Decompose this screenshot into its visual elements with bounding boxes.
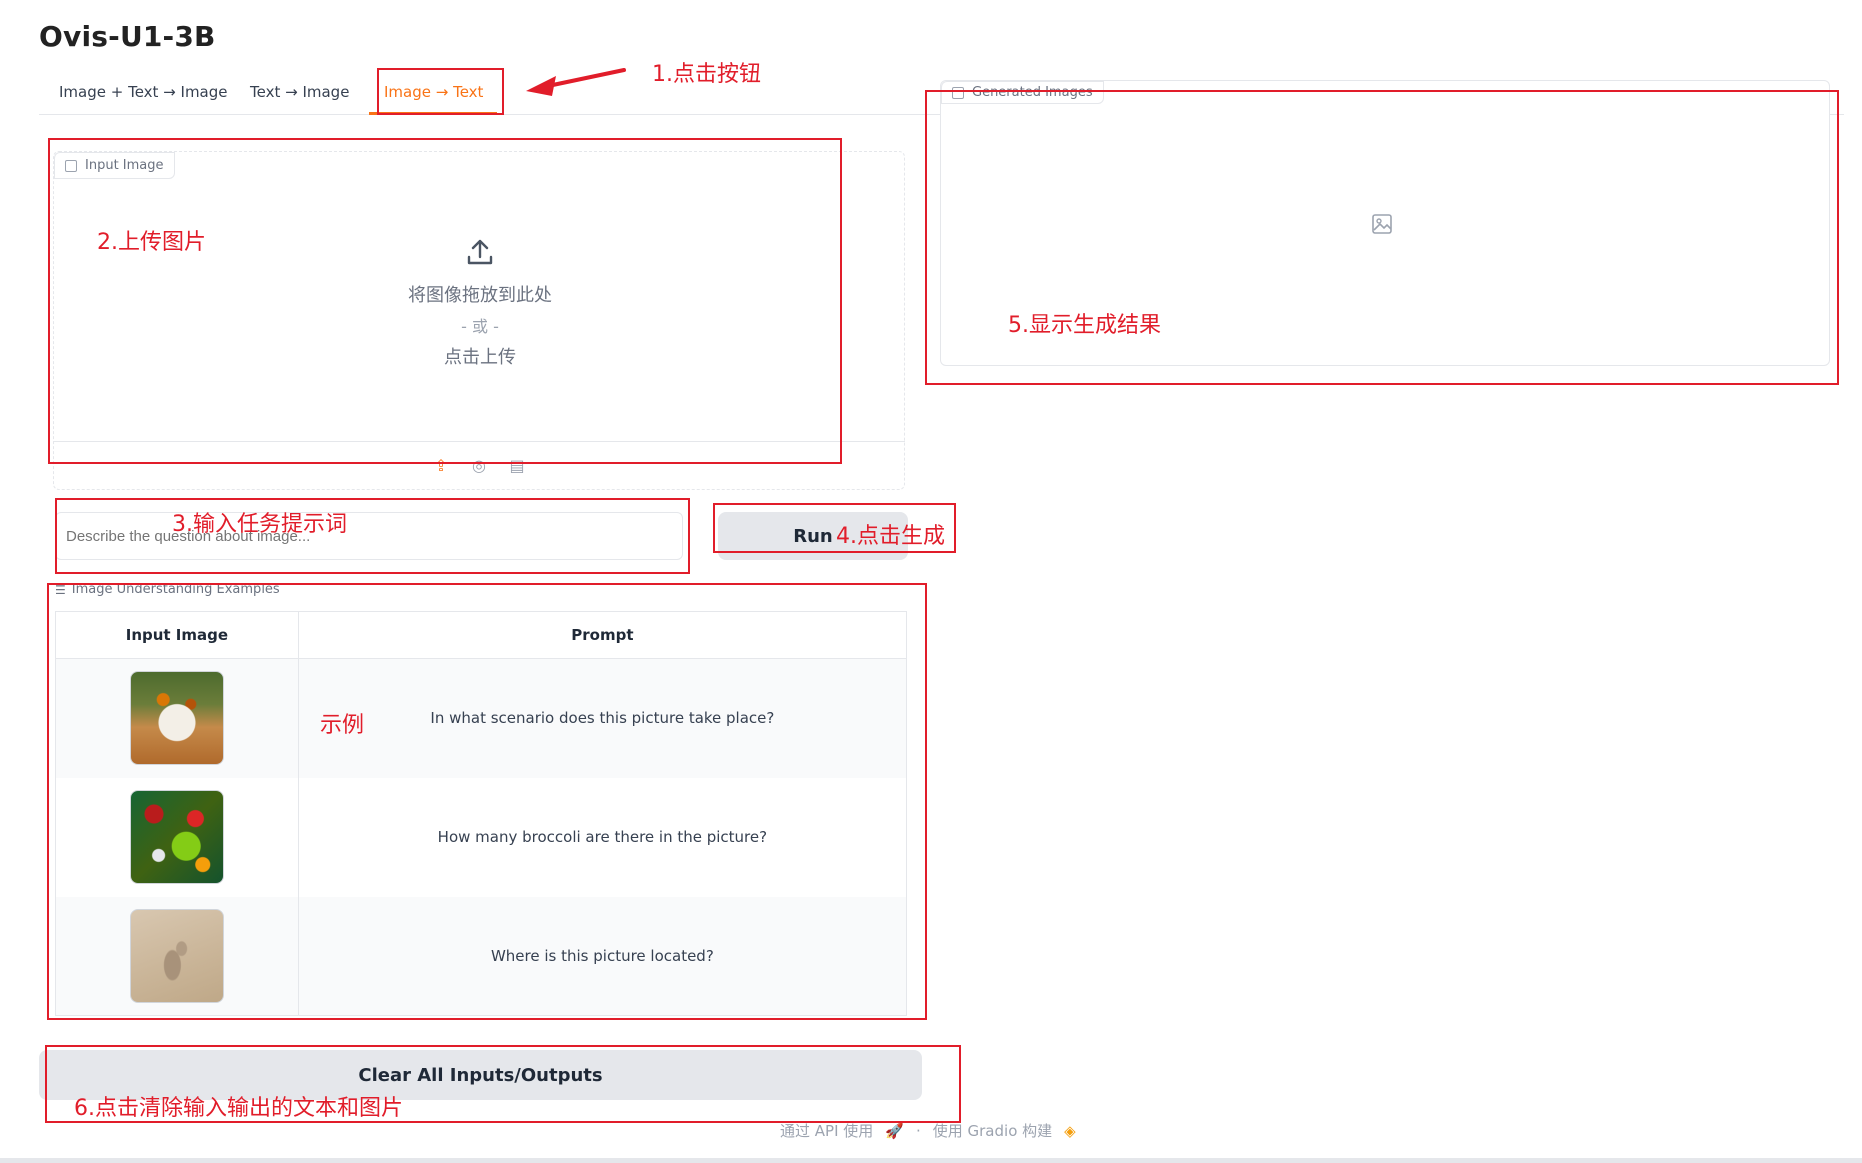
annotation-box-upload [48, 138, 842, 464]
annotation-step5: 5.显示生成结果 [1008, 313, 1161, 338]
bottom-divider [0, 1158, 1862, 1163]
annotation-step1: 1.点击按钮 [652, 62, 761, 87]
annotation-step4: 4.点击生成 [836, 524, 945, 549]
tab-text-to-image[interactable]: Text → Image [246, 83, 353, 101]
footer: 通过 API 使用 🚀 · 使用 Gradio 构建 ◈ [780, 1120, 1076, 1141]
tab-image-text-to-image[interactable]: Image + Text → Image [55, 83, 232, 101]
annotation-arrow [520, 64, 630, 108]
annotation-box-examples [47, 583, 927, 1020]
gradio-logo-icon: ◈ [1064, 1121, 1076, 1140]
footer-gradio-link[interactable]: 使用 Gradio 构建 [933, 1120, 1052, 1141]
annotation-step3: 3.输入任务提示词 [172, 512, 347, 537]
app-title: Ovis-U1-3B [39, 20, 216, 53]
annotation-box-output [925, 90, 1839, 385]
annotation-box-prompt [55, 498, 690, 574]
annotation-box-tab [377, 68, 504, 115]
annotation-step2: 2.上传图片 [97, 230, 206, 255]
annotation-step6: 6.点击清除输入输出的文本和图片 [74, 1096, 403, 1121]
footer-api-link[interactable]: 通过 API 使用 [780, 1120, 873, 1141]
annotation-example: 示例 [320, 713, 365, 738]
footer-separator: · [915, 1121, 921, 1140]
rocket-icon: 🚀 [885, 1121, 904, 1140]
